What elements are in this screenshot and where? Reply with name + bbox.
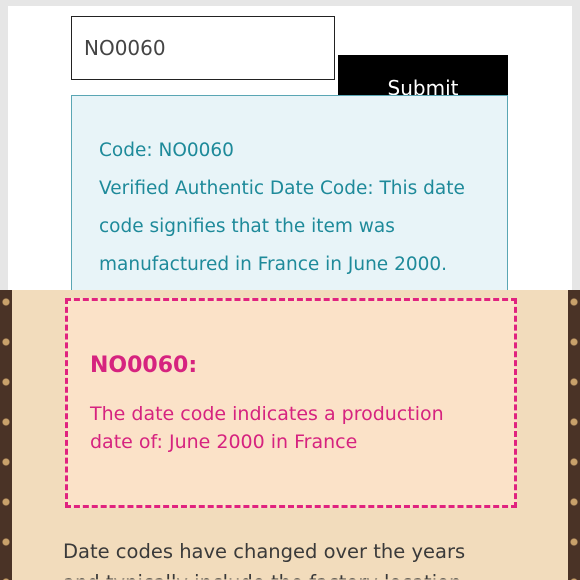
result-line: code signifies that the item was [99,216,395,237]
footer-paragraph: Date codes have changed over the years a… [63,536,523,580]
monogram-pattern-strip [0,290,12,580]
lookup-panel: Submit Code: NO0060 Verified Authentic D… [8,6,572,290]
date-code-notice: NO0060: The date code indicates a produc… [65,298,517,508]
info-panel: NO0060: The date code indicates a produc… [0,290,580,580]
footer-line-partial: and typically include the factory locati… [63,567,523,579]
result-line: Verified Authentic Date Code: This date [99,178,465,199]
notice-title: NO0060: [90,353,198,378]
notice-text-line: The date code indicates a production [90,403,444,425]
result-code-line: Code: NO0060 [99,140,234,161]
monogram-pattern-strip [568,290,580,580]
result-line: manufactured in France in June 2000. [99,254,448,275]
footer-line: Date codes have changed over the years [63,540,466,563]
date-code-input[interactable] [71,16,335,80]
notice-text-line: date of: June 2000 in France [90,431,358,453]
result-box: Code: NO0060 Verified Authentic Date Cod… [71,95,508,290]
